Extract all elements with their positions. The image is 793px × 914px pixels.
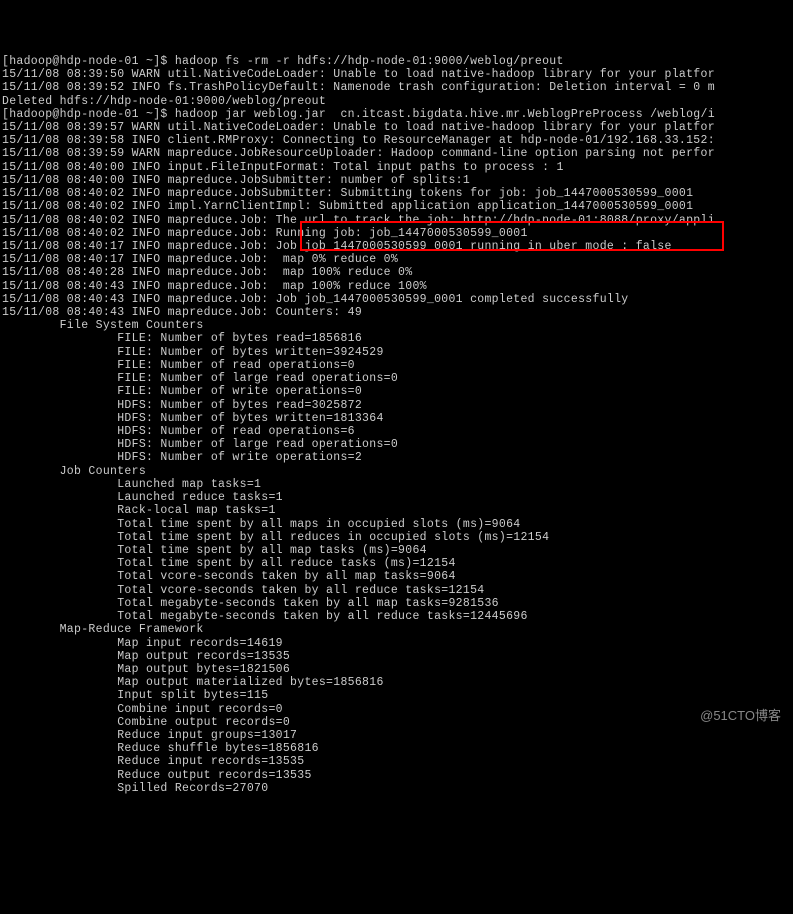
terminal-line: Launched map tasks=1	[2, 478, 791, 491]
terminal-line: 15/11/08 08:40:02 INFO impl.YarnClientIm…	[2, 200, 791, 213]
terminal-line: Total time spent by all maps in occupied…	[2, 518, 791, 531]
terminal-line: 15/11/08 08:39:59 WARN mapreduce.JobReso…	[2, 147, 791, 160]
terminal-line: Total time spent by all reduces in occup…	[2, 531, 791, 544]
terminal-line: Total megabyte-seconds taken by all map …	[2, 597, 791, 610]
terminal-line: 15/11/08 08:40:43 INFO mapreduce.Job: ma…	[2, 280, 791, 293]
terminal-output[interactable]: [hadoop@hdp-node-01 ~]$ hadoop fs -rm -r…	[2, 55, 791, 795]
terminal-line: HDFS: Number of bytes read=3025872	[2, 399, 791, 412]
terminal-line: 15/11/08 08:40:43 INFO mapreduce.Job: Jo…	[2, 293, 791, 306]
terminal-line: HDFS: Number of read operations=6	[2, 425, 791, 438]
terminal-line: 15/11/08 08:40:02 INFO mapreduce.Job: Th…	[2, 214, 791, 227]
terminal-line: 15/11/08 08:40:43 INFO mapreduce.Job: Co…	[2, 306, 791, 319]
terminal-line: 15/11/08 08:40:17 INFO mapreduce.Job: ma…	[2, 253, 791, 266]
terminal-line: Launched reduce tasks=1	[2, 491, 791, 504]
terminal-line: FILE: Number of bytes written=3924529	[2, 346, 791, 359]
terminal-line: 15/11/08 08:40:02 INFO mapreduce.JobSubm…	[2, 187, 791, 200]
terminal-line: Reduce input groups=13017	[2, 729, 791, 742]
terminal-line: Map-Reduce Framework	[2, 623, 791, 636]
terminal-line: [hadoop@hdp-node-01 ~]$ hadoop jar weblo…	[2, 108, 791, 121]
terminal-line: HDFS: Number of bytes written=1813364	[2, 412, 791, 425]
terminal-line: 15/11/08 08:39:57 WARN util.NativeCodeLo…	[2, 121, 791, 134]
terminal-line: FILE: Number of read operations=0	[2, 359, 791, 372]
terminal-line: [hadoop@hdp-node-01 ~]$ hadoop fs -rm -r…	[2, 55, 791, 68]
terminal-line: FILE: Number of large read operations=0	[2, 372, 791, 385]
terminal-line: Reduce output records=13535	[2, 769, 791, 782]
terminal-line: Deleted hdfs://hdp-node-01:9000/weblog/p…	[2, 95, 791, 108]
terminal-line: Total vcore-seconds taken by all map tas…	[2, 570, 791, 583]
terminal-line: 15/11/08 08:40:00 INFO mapreduce.JobSubm…	[2, 174, 791, 187]
terminal-line: Combine output records=0	[2, 716, 791, 729]
terminal-line: 15/11/08 08:39:52 INFO fs.TrashPolicyDef…	[2, 81, 791, 94]
terminal-line: Map output records=13535	[2, 650, 791, 663]
terminal-line: Spilled Records=27070	[2, 782, 791, 795]
terminal-line: 15/11/08 08:40:00 INFO input.FileInputFo…	[2, 161, 791, 174]
terminal-line: Total vcore-seconds taken by all reduce …	[2, 584, 791, 597]
terminal-line: Total megabyte-seconds taken by all redu…	[2, 610, 791, 623]
terminal-line: Input split bytes=115	[2, 689, 791, 702]
terminal-line: Rack-local map tasks=1	[2, 504, 791, 517]
terminal-line: 15/11/08 08:39:50 WARN util.NativeCodeLo…	[2, 68, 791, 81]
terminal-line: File System Counters	[2, 319, 791, 332]
terminal-line: HDFS: Number of large read operations=0	[2, 438, 791, 451]
terminal-line: Reduce shuffle bytes=1856816	[2, 742, 791, 755]
watermark: @51CTO博客	[700, 709, 781, 724]
terminal-line: Combine input records=0	[2, 703, 791, 716]
terminal-line: FILE: Number of write operations=0	[2, 385, 791, 398]
terminal-line: HDFS: Number of write operations=2	[2, 451, 791, 464]
terminal-line: 15/11/08 08:40:28 INFO mapreduce.Job: ma…	[2, 266, 791, 279]
terminal-line: 15/11/08 08:40:17 INFO mapreduce.Job: Jo…	[2, 240, 791, 253]
terminal-line: Reduce input records=13535	[2, 755, 791, 768]
terminal-line: 15/11/08 08:40:02 INFO mapreduce.Job: Ru…	[2, 227, 791, 240]
terminal-line: 15/11/08 08:39:58 INFO client.RMProxy: C…	[2, 134, 791, 147]
terminal-line: Total time spent by all map tasks (ms)=9…	[2, 544, 791, 557]
terminal-line: Total time spent by all reduce tasks (ms…	[2, 557, 791, 570]
terminal-line: FILE: Number of bytes read=1856816	[2, 332, 791, 345]
terminal-line: Job Counters	[2, 465, 791, 478]
terminal-line: Map output bytes=1821506	[2, 663, 791, 676]
terminal-line: Map input records=14619	[2, 637, 791, 650]
terminal-line: Map output materialized bytes=1856816	[2, 676, 791, 689]
